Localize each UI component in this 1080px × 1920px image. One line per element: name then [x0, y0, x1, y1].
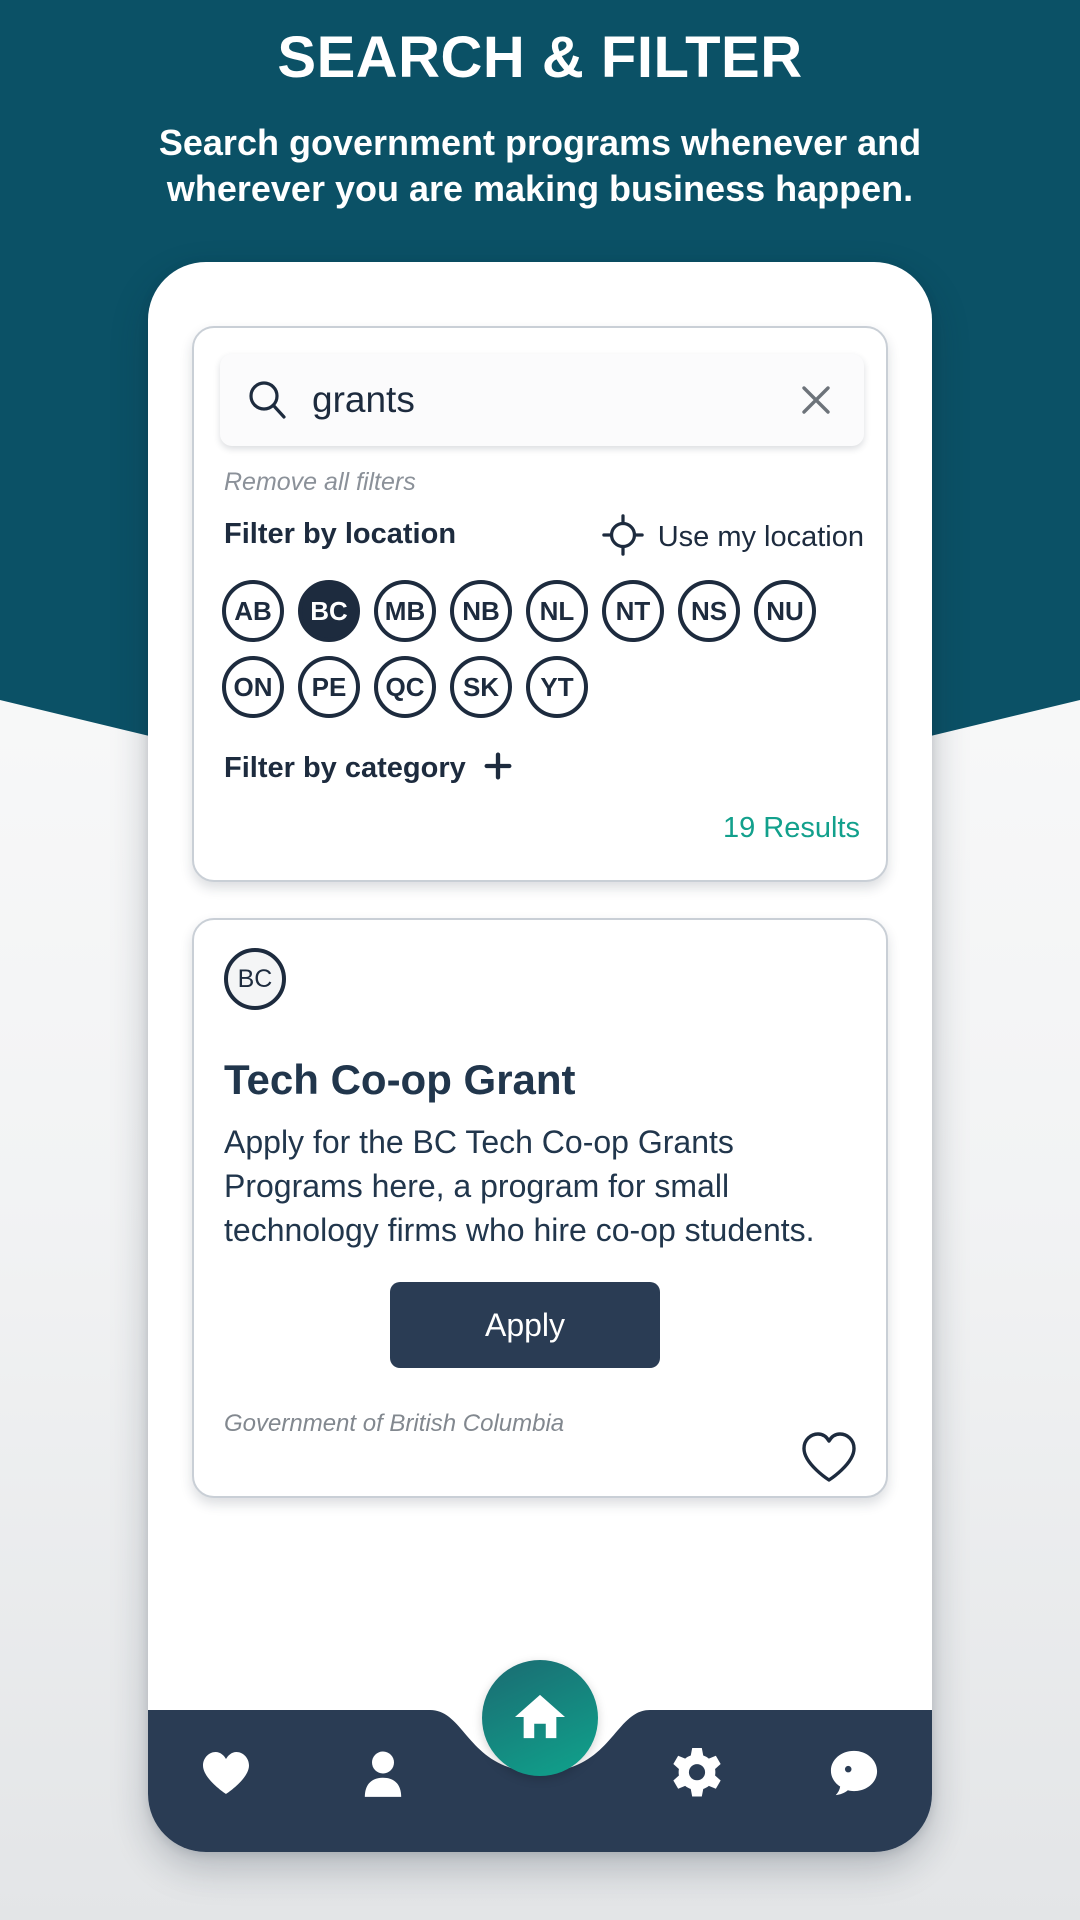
nav-item-settings[interactable] [618, 1748, 775, 1803]
result-province-badge: BC [224, 948, 286, 1010]
remove-all-filters-button[interactable]: Remove all filters [224, 468, 416, 497]
province-chip-group: AB BC MB NB NL NT NS NU ON PE QC SK YT [222, 580, 862, 718]
search-filter-card: grants Remove all filters Filter by loca… [192, 326, 888, 882]
province-chip[interactable]: ON [222, 656, 284, 718]
home-icon [513, 1691, 567, 1746]
nav-item-chat[interactable] [775, 1748, 932, 1803]
province-chip[interactable]: NS [678, 580, 740, 642]
crosshair-icon [601, 514, 644, 561]
nav-item-home[interactable] [482, 1660, 598, 1776]
province-chip[interactable]: BC [298, 580, 360, 642]
filter-by-category-button[interactable]: Filter by category [224, 750, 514, 787]
search-input-value[interactable]: grants [312, 379, 796, 421]
plus-icon [482, 750, 514, 787]
result-card[interactable]: BC Tech Co-op Grant Apply for the BC Tec… [192, 918, 888, 1498]
result-title: Tech Co-op Grant [224, 1056, 576, 1103]
province-chip[interactable]: MB [374, 580, 436, 642]
bottom-navigation [148, 1652, 932, 1852]
province-chip[interactable]: NL [526, 580, 588, 642]
search-field[interactable]: grants [220, 354, 864, 446]
province-chip[interactable]: AB [222, 580, 284, 642]
apply-button[interactable]: Apply [390, 1282, 660, 1368]
province-chip[interactable]: NU [754, 580, 816, 642]
result-description: Apply for the BC Tech Co-op Grants Progr… [224, 1124, 815, 1249]
result-source: Government of British Columbia [224, 1410, 565, 1437]
filter-by-location-label: Filter by location [224, 518, 457, 550]
gear-icon [672, 1748, 722, 1803]
nav-item-favourites[interactable] [148, 1749, 305, 1802]
use-my-location-button[interactable]: Use my location [601, 514, 864, 561]
person-icon [361, 1749, 405, 1802]
chat-icon [828, 1748, 880, 1803]
page-subtitle: Search government programs whenever and … [158, 122, 922, 210]
results-count-label: 19 Results [722, 812, 860, 844]
heart-filled-icon [200, 1749, 252, 1802]
close-icon[interactable] [796, 380, 836, 420]
filter-by-category-label: Filter by category [224, 752, 466, 784]
screenshot-root: SEARCH & FILTER Search government progra… [0, 0, 1080, 1920]
page-title: SEARCH & FILTER [277, 25, 803, 90]
province-chip[interactable]: NB [450, 580, 512, 642]
province-chip[interactable]: SK [450, 656, 512, 718]
phone-frame: grants Remove all filters Filter by loca… [148, 262, 932, 1852]
use-my-location-label: Use my location [657, 521, 864, 553]
province-chip[interactable]: YT [526, 656, 588, 718]
heart-outline-icon[interactable] [800, 1430, 858, 1484]
nav-item-profile[interactable] [305, 1749, 462, 1802]
province-chip[interactable]: NT [602, 580, 664, 642]
search-icon [246, 379, 288, 421]
province-chip[interactable]: PE [298, 656, 360, 718]
province-chip[interactable]: QC [374, 656, 436, 718]
